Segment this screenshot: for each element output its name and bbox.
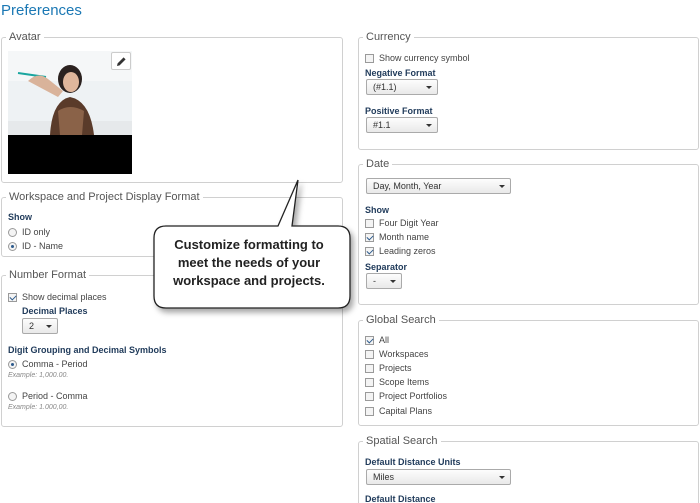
- search-projects-row[interactable]: Projects: [365, 362, 412, 374]
- radio-label: Comma - Period: [22, 359, 88, 369]
- checkbox-label: Scope Items: [379, 377, 430, 387]
- checkbox[interactable]: [365, 363, 374, 373]
- chevron-down-icon: [390, 280, 396, 283]
- positive-format-select[interactable]: #1.1: [366, 117, 438, 133]
- grouping-label: Digit Grouping and Decimal Symbols: [8, 345, 167, 355]
- checkbox[interactable]: [365, 406, 374, 416]
- radio-period-comma[interactable]: Period - Comma: [8, 390, 88, 402]
- checkbox-label: Leading zeros: [379, 246, 436, 256]
- checkbox[interactable]: [365, 53, 374, 63]
- checkbox[interactable]: [365, 377, 374, 387]
- checkbox[interactable]: [8, 292, 17, 302]
- date-show-label: Show: [365, 205, 389, 215]
- checkbox-label: Project Portfolios: [379, 391, 448, 401]
- decimal-places-label: Decimal Places: [22, 306, 88, 316]
- negative-format-label: Negative Format: [365, 68, 436, 78]
- radio-button[interactable]: [8, 391, 17, 401]
- callout-text: Customize formatting to meet the needs o…: [156, 236, 342, 290]
- default-distance-label: Default Distance: [365, 494, 436, 503]
- search-scope-items-row[interactable]: Scope Items: [365, 376, 429, 388]
- negative-format-select[interactable]: (#1.1): [366, 79, 438, 95]
- checkbox-label: Workspaces: [379, 349, 429, 359]
- select-value: -: [373, 276, 376, 286]
- leading-zeros-row[interactable]: Leading zeros: [365, 245, 436, 257]
- page-title: Preferences: [1, 2, 82, 19]
- select-value: (#1.1): [373, 82, 397, 92]
- four-digit-year-row[interactable]: Four Digit Year: [365, 217, 439, 229]
- select-value: Miles: [373, 472, 395, 482]
- radio-button[interactable]: [8, 359, 17, 369]
- checkbox-label: All: [379, 335, 390, 345]
- currency-legend: Currency: [363, 30, 414, 44]
- checkbox[interactable]: [365, 232, 374, 242]
- chevron-down-icon: [499, 185, 505, 188]
- example-text: Example: 1,000.00.: [8, 372, 69, 379]
- workspace-format-legend: Workspace and Project Display Format: [6, 190, 203, 204]
- chevron-down-icon: [46, 325, 52, 328]
- avatar-edit-button[interactable]: [111, 52, 131, 70]
- month-name-row[interactable]: Month name: [365, 231, 429, 243]
- chevron-down-icon: [499, 476, 505, 479]
- checkbox-label: Show decimal places: [22, 292, 107, 302]
- date-format-select[interactable]: Day, Month, Year: [366, 178, 511, 194]
- search-capital-plans-row[interactable]: Capital Plans: [365, 405, 432, 417]
- search-all-row[interactable]: All: [365, 334, 389, 346]
- radio-label: Period - Comma: [22, 391, 88, 401]
- select-value: Day, Month, Year: [373, 181, 442, 191]
- separator-label: Separator: [365, 262, 408, 272]
- callout-line: workspace and projects.: [173, 273, 325, 288]
- radio-button[interactable]: [8, 241, 17, 251]
- example-text: Example: 1.000,00.: [8, 404, 69, 411]
- radio-id-name[interactable]: ID - Name: [8, 240, 63, 252]
- callout-line: Customize formatting to: [174, 237, 324, 252]
- radio-id-only[interactable]: ID only: [8, 226, 50, 238]
- select-value: #1.1: [373, 120, 391, 130]
- checkbox[interactable]: [365, 335, 374, 345]
- checkbox-label: Four Digit Year: [379, 218, 439, 228]
- radio-label: ID only: [22, 227, 51, 237]
- checkbox-label: Capital Plans: [379, 406, 433, 416]
- workspace-show-label: Show: [8, 212, 32, 222]
- radio-comma-period[interactable]: Comma - Period: [8, 358, 88, 370]
- checkbox-label: Month name: [379, 232, 430, 242]
- date-legend: Date: [363, 157, 393, 171]
- decimal-places-select[interactable]: 2: [22, 318, 58, 334]
- checkbox-label: Projects: [379, 363, 412, 373]
- checkbox[interactable]: [365, 391, 374, 401]
- checkbox[interactable]: [365, 246, 374, 256]
- global-search-legend: Global Search: [363, 313, 439, 327]
- callout-line: meet the needs of your: [177, 255, 321, 270]
- show-decimal-checkbox-row[interactable]: Show decimal places: [8, 291, 107, 303]
- number-format-legend: Number Format: [6, 268, 90, 282]
- spatial-search-legend: Spatial Search: [363, 434, 441, 448]
- search-project-portfolios-row[interactable]: Project Portfolios: [365, 390, 447, 402]
- checkbox[interactable]: [365, 349, 374, 359]
- checkbox-label: Show currency symbol: [379, 53, 470, 63]
- select-value: 2: [29, 321, 35, 331]
- search-workspaces-row[interactable]: Workspaces: [365, 348, 428, 360]
- chevron-down-icon: [426, 86, 432, 89]
- radio-label: ID - Name: [22, 241, 64, 251]
- avatar-legend: Avatar: [6, 30, 44, 44]
- separator-select[interactable]: -: [366, 273, 402, 289]
- pencil-icon: [116, 56, 126, 66]
- distance-units-label: Default Distance Units: [365, 457, 461, 467]
- chevron-down-icon: [426, 124, 432, 127]
- positive-format-label: Positive Format: [365, 106, 433, 116]
- distance-units-select[interactable]: Miles: [366, 469, 511, 485]
- checkbox[interactable]: [365, 218, 374, 228]
- radio-button[interactable]: [8, 227, 17, 237]
- show-currency-symbol-row[interactable]: Show currency symbol: [365, 52, 470, 64]
